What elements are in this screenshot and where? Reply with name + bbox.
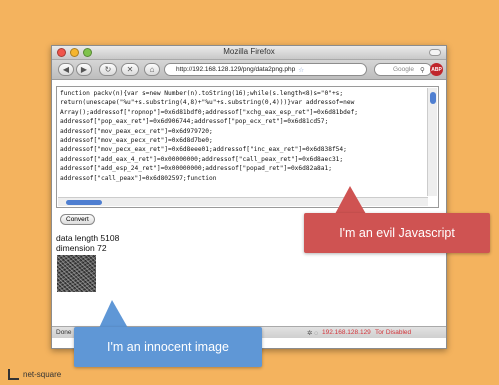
innocent-callout-pointer	[99, 300, 128, 328]
evil-javascript-callout: I'm an evil Javascript	[304, 213, 490, 253]
brand-name: net-square	[23, 370, 62, 379]
innocent-image-callout: I'm an innocent image	[74, 327, 262, 367]
slide: Mozilla Firefox ◀ ▶ ↻ ✕ ⌂ http://192.168…	[0, 0, 499, 385]
evil-callout-pointer	[335, 186, 366, 214]
brand-logo: net-square	[8, 369, 61, 380]
net-square-logo-icon	[8, 369, 19, 380]
